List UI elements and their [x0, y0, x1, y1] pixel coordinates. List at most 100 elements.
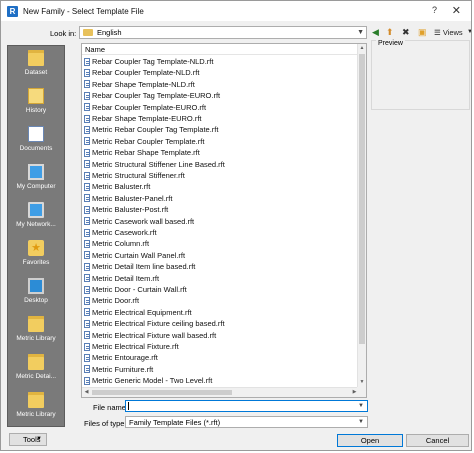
file-list-item[interactable]: Metric Baluster-Panel.rft — [84, 193, 172, 204]
views-button[interactable]: ☰ Views — [434, 26, 463, 38]
file-list-item[interactable]: Metric Rebar Coupler Tag Template.rft — [84, 124, 218, 135]
file-list-item[interactable]: Rebar Shape Template-NLD.rft — [84, 79, 195, 90]
file-list-item[interactable]: Metric Casework.rft — [84, 227, 157, 238]
file-list-item[interactable]: Metric Baluster-Post.rft — [84, 204, 168, 215]
filename-label: File name: — [93, 403, 129, 412]
place-label: History — [25, 107, 47, 114]
close-button[interactable]: ✕ — [452, 4, 461, 17]
chevron-down-icon: ▼ — [357, 29, 364, 36]
file-list-item[interactable]: Rebar Shape Template-EURO.rft — [84, 113, 202, 124]
place-my-network[interactable]: My Network... — [8, 200, 64, 240]
file-list-item[interactable]: Metric Curtain Wall Panel.rft — [84, 250, 185, 261]
file-name: Rebar Shape Template-EURO.rft — [92, 114, 202, 123]
place-desktop[interactable]: Desktop — [8, 276, 64, 316]
back-icon[interactable]: ◀ — [372, 26, 379, 38]
place-metric-library-2[interactable]: Metric Library — [8, 390, 64, 426]
scroll-corner — [357, 387, 366, 397]
file-list-item[interactable]: Metric Casework wall based.rft — [84, 216, 194, 227]
up-folder-icon[interactable]: ⬆ — [386, 26, 394, 38]
vertical-scrollbar[interactable]: ▲ ▼ — [357, 44, 366, 387]
file-list-item[interactable]: Metric Generic Model - Two Level.rft — [84, 375, 212, 386]
file-list[interactable]: Name Rebar Coupler Tag Template-NLD.rft R… — [81, 43, 367, 398]
computer-icon — [28, 164, 44, 180]
file-list-item[interactable]: Metric Furniture.rft — [84, 364, 153, 375]
template-file-icon — [84, 182, 90, 191]
file-name: Rebar Coupler Tag Template-NLD.rft — [92, 57, 214, 66]
file-name: Metric Column.rft — [92, 239, 150, 249]
folder-icon — [83, 29, 93, 36]
file-name: Rebar Coupler Template-EURO.rft — [92, 102, 207, 112]
chevron-down-icon[interactable]: ▼ — [358, 403, 364, 409]
network-icon — [28, 202, 44, 218]
place-label: Metric Library — [16, 411, 56, 418]
place-metric-library[interactable]: Metric Library — [8, 314, 64, 354]
file-list-item[interactable]: Metric Detail Item line based.rft — [84, 261, 195, 272]
file-list-item[interactable]: Rebar Coupler Tag Template-NLD.rft — [84, 56, 213, 67]
file-name: Metric Structural Stiffener Line Based.r… — [92, 159, 225, 169]
file-list-item[interactable]: Metric Baluster.rft — [84, 181, 150, 192]
file-list-item[interactable]: Metric Entourage.rft — [84, 352, 158, 363]
file-list-item[interactable]: Rebar Coupler Template-EURO.rft — [84, 102, 206, 113]
place-label: Desktop — [24, 297, 48, 304]
file-list-item[interactable]: Metric Electrical Fixture wall based.rft — [84, 330, 216, 341]
folder-icon — [28, 50, 44, 66]
file-name: Metric Structural Stiffener.rft — [92, 171, 185, 180]
file-list-item[interactable]: Rebar Coupler Tag Template-EURO.rft — [84, 90, 220, 101]
places-bar: Dataset History Documents My Computer My… — [7, 45, 65, 427]
help-button[interactable]: ? — [432, 5, 437, 15]
file-list-item[interactable]: Metric Structural Stiffener Line Based.r… — [84, 159, 225, 170]
place-favorites[interactable]: ★ Favorites — [8, 238, 64, 278]
template-file-icon — [84, 171, 90, 180]
views-label: Views — [442, 27, 463, 37]
scroll-left-icon[interactable]: ◀ — [82, 388, 91, 397]
template-file-icon — [84, 114, 90, 123]
file-list-item[interactable]: Metric Rebar Shape Template.rft — [84, 147, 200, 158]
filename-input[interactable]: ▼ — [125, 400, 368, 412]
file-name: Metric Door.rft — [92, 296, 140, 306]
file-name: Metric Baluster-Post.rft — [92, 205, 169, 215]
lookin-label: Look in: — [50, 29, 77, 38]
file-list-item[interactable]: Metric Electrical Fixture ceiling based.… — [84, 318, 225, 329]
file-list-item[interactable]: Metric Rebar Coupler Template.rft — [84, 136, 204, 147]
horizontal-scrollbar[interactable]: ◀ ▶ — [82, 387, 359, 397]
hscroll-thumb[interactable] — [92, 390, 232, 395]
template-file-icon — [84, 80, 90, 89]
filetype-select[interactable]: Family Template Files (*.rft) ▼ — [125, 416, 368, 428]
file-list-item[interactable]: Metric Electrical Fixture.rft — [84, 341, 179, 352]
place-documents[interactable]: Documents — [8, 124, 64, 164]
file-list-item[interactable]: Metric Detail Item.rft — [84, 273, 159, 284]
folder-icon — [28, 316, 44, 332]
template-file-icon — [84, 217, 90, 226]
views-chevron-down-icon[interactable]: ▼ — [467, 26, 471, 38]
place-my-computer[interactable]: My Computer — [8, 162, 64, 202]
file-list-item[interactable]: Metric Electrical Equipment.rft — [84, 307, 192, 318]
file-list-item[interactable]: Metric Column.rft — [84, 238, 149, 249]
file-name: Metric Generic Model - Two Level.rft — [92, 376, 213, 386]
scroll-up-icon[interactable]: ▲ — [358, 44, 366, 53]
file-list-item[interactable]: Metric Door - Curtain Wall.rft — [84, 284, 187, 295]
new-folder-icon[interactable]: ▣ — [418, 26, 427, 38]
template-file-icon — [84, 308, 90, 317]
place-history[interactable]: History — [8, 86, 64, 126]
template-file-icon — [84, 353, 90, 362]
place-dataset[interactable]: Dataset — [8, 48, 64, 88]
lookin-dropdown[interactable]: English ▼ — [79, 26, 367, 39]
cancel-button[interactable]: Cancel — [406, 434, 469, 447]
delete-icon[interactable]: ✖ — [402, 26, 410, 38]
template-file-icon — [84, 103, 90, 112]
file-list-item[interactable]: Metric Door.rft — [84, 295, 139, 306]
column-header-name[interactable]: Name — [82, 44, 366, 55]
tools-button[interactable]: Tools ▼ — [9, 433, 47, 446]
scroll-down-icon[interactable]: ▼ — [358, 378, 366, 387]
file-list-item[interactable]: Rebar Coupler Template-NLD.rft — [84, 67, 199, 78]
file-name: Metric Electrical Equipment.rft — [92, 307, 192, 317]
lookin-value: English — [97, 28, 122, 37]
file-list-item[interactable]: Metric Structural Stiffener.rft — [84, 170, 185, 181]
open-button[interactable]: Open — [337, 434, 403, 447]
file-name: Metric Baluster-Panel.rft — [92, 193, 173, 203]
file-name: Rebar Shape Template-NLD.rft — [92, 79, 195, 89]
scroll-thumb[interactable] — [359, 54, 365, 344]
place-metric-detail[interactable]: Metric Detai... — [8, 352, 64, 392]
preview-panel: Preview — [371, 40, 470, 110]
select-template-dialog: R New Family - Select Template File ? ✕ … — [0, 0, 472, 451]
